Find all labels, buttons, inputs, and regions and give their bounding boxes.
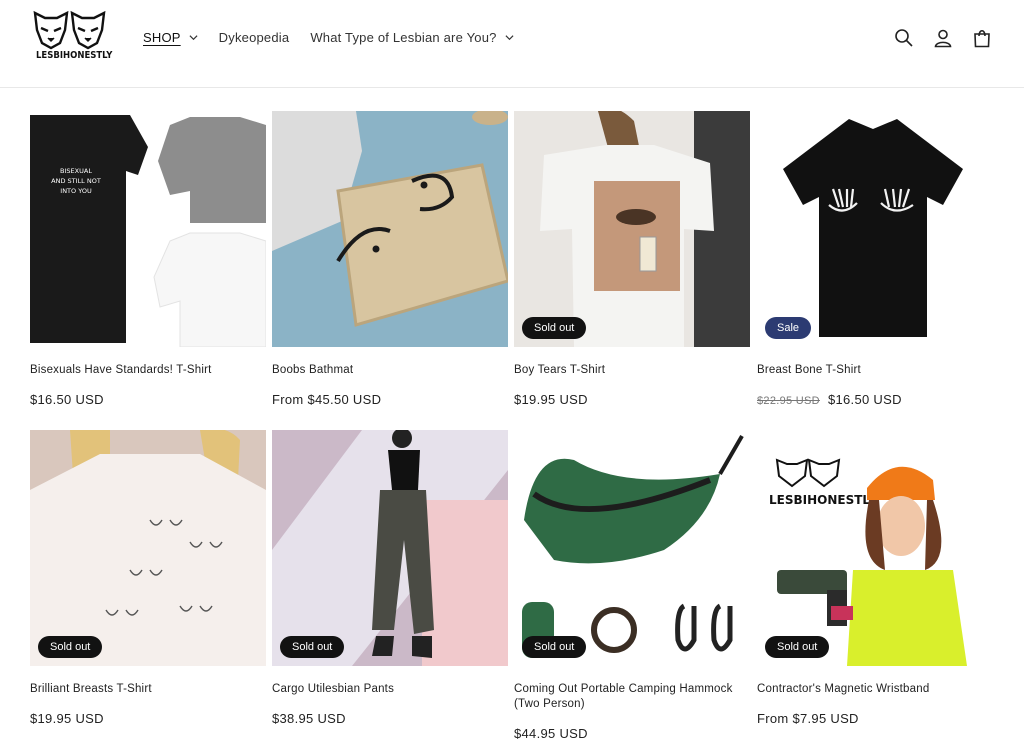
product-card[interactable]: Sold out Coming Out Portable Camping Ham… (514, 430, 750, 741)
product-image[interactable]: Sale (757, 111, 993, 347)
sale-badge: Sale (765, 317, 812, 339)
product-price: $19.95 USD (30, 711, 266, 726)
brilliant-breasts-shirt-image (30, 430, 266, 666)
product-card[interactable]: Sold out Cargo Utilesbian Pants $38.95 U… (272, 430, 508, 726)
product-image[interactable]: Sold out (30, 430, 266, 666)
cart-button[interactable] (970, 26, 994, 50)
status-badge: Sold out (38, 636, 103, 658)
product-title[interactable]: Breast Bone T-Shirt (757, 363, 993, 378)
site-header: LESBIHONESTLY SHOP Dykeopedia What Type … (0, 0, 1024, 88)
search-icon (895, 29, 913, 47)
wristband-image: LESBIHONESTLY (757, 430, 993, 666)
product-title[interactable]: Boy Tears T-Shirt (514, 363, 750, 378)
lion-logo-icon (33, 10, 106, 50)
product-card[interactable]: Sold out Brilliant Breasts T-Shirt $19.9… (30, 430, 266, 726)
product-card[interactable]: Sold out Boy Tears T-Shirt $19.95 USD (514, 111, 750, 407)
product-title[interactable]: Cargo Utilesbian Pants (272, 682, 508, 697)
product-title[interactable]: Bisexuals Have Standards! T-Shirt (30, 363, 266, 378)
product-title[interactable]: Coming Out Portable Camping Hammock (Two… (514, 682, 750, 712)
product-image[interactable]: Sold out (514, 430, 750, 666)
breast-bone-shirt-image (757, 111, 993, 347)
product-image[interactable]: LESBIHONESTLY Sold out (757, 430, 993, 666)
header-icons (877, 26, 994, 50)
product-card[interactable]: LESBIHONESTLY Sold out Contractor's Magn… (757, 430, 993, 726)
nav-item-label: What Type of Lesbian are You? (310, 30, 497, 45)
main-nav: SHOP Dykeopedia What Type of Lesbian are… (143, 30, 535, 45)
price-value: $19.95 USD (30, 711, 104, 726)
price-value: From $7.95 USD (757, 711, 859, 726)
price-value: $16.50 USD (827, 392, 902, 407)
search-button[interactable] (892, 26, 916, 50)
hammock-image (514, 430, 750, 666)
price-value: $16.50 USD (30, 392, 104, 407)
product-image[interactable]: Sold out (514, 111, 750, 347)
price-value: $19.95 USD (514, 392, 588, 407)
chevron-down-icon (189, 35, 198, 41)
product-price: $44.95 USD (514, 726, 750, 741)
product-price: From $45.50 USD (272, 392, 508, 407)
nav-item-dykeopedia[interactable]: Dykeopedia (219, 30, 290, 45)
account-button[interactable] (931, 26, 955, 50)
product-price: From $7.95 USD (757, 711, 993, 726)
cart-icon (974, 29, 990, 48)
status-badge: Sold out (522, 636, 587, 658)
product-price: $38.95 USD (272, 711, 508, 726)
product-card[interactable]: BISEXUAL AND STILL NOT INTO YOU Bisexual… (30, 111, 266, 407)
bathmat-image (272, 111, 508, 347)
logo-text-in-image: LESBIHONESTLY (769, 493, 877, 507)
price-value: $38.95 USD (272, 711, 346, 726)
status-badge: Sold out (765, 636, 830, 658)
nav-item-quiz[interactable]: What Type of Lesbian are You? (310, 30, 514, 45)
bisexual-shirt-image: BISEXUAL AND STILL NOT INTO YOU (30, 111, 266, 347)
shirt-print-text: BISEXUAL (60, 167, 92, 175)
product-image[interactable]: BISEXUAL AND STILL NOT INTO YOU (30, 111, 266, 347)
product-price: $16.50 USD (30, 392, 266, 407)
price-value: From $45.50 USD (272, 392, 382, 407)
product-price: $22.95 USD $16.50 USD (757, 392, 993, 407)
product-price: $19.95 USD (514, 392, 750, 407)
cargo-pants-image (272, 430, 508, 666)
product-image[interactable] (272, 111, 508, 347)
price-value: $44.95 USD (514, 726, 588, 741)
compare-at-price: $22.95 USD (757, 395, 820, 407)
shirt-print-text: AND STILL NOT (51, 177, 101, 185)
product-card[interactable]: Sale Breast Bone T-Shirt $22.95 USD $16.5… (757, 111, 993, 407)
nav-item-shop[interactable]: SHOP (143, 30, 198, 45)
product-card[interactable]: Boobs Bathmat From $45.50 USD (272, 111, 508, 407)
product-title[interactable]: Boobs Bathmat (272, 363, 508, 378)
shirt-print-text: INTO YOU (60, 187, 92, 195)
nav-item-label: SHOP (143, 30, 181, 45)
status-badge: Sold out (280, 636, 345, 658)
nav-item-label: Dykeopedia (218, 30, 290, 45)
product-title[interactable]: Brilliant Breasts T-Shirt (30, 682, 266, 697)
status-badge: Sold out (522, 317, 587, 339)
boy-tears-shirt-image (514, 111, 750, 347)
product-title[interactable]: Contractor's Magnetic Wristband (757, 682, 993, 697)
product-image[interactable]: Sold out (272, 430, 508, 666)
account-icon (934, 29, 952, 48)
chevron-down-icon (505, 35, 514, 41)
brand-wordmark: LESBIHONESTLY (36, 50, 113, 61)
